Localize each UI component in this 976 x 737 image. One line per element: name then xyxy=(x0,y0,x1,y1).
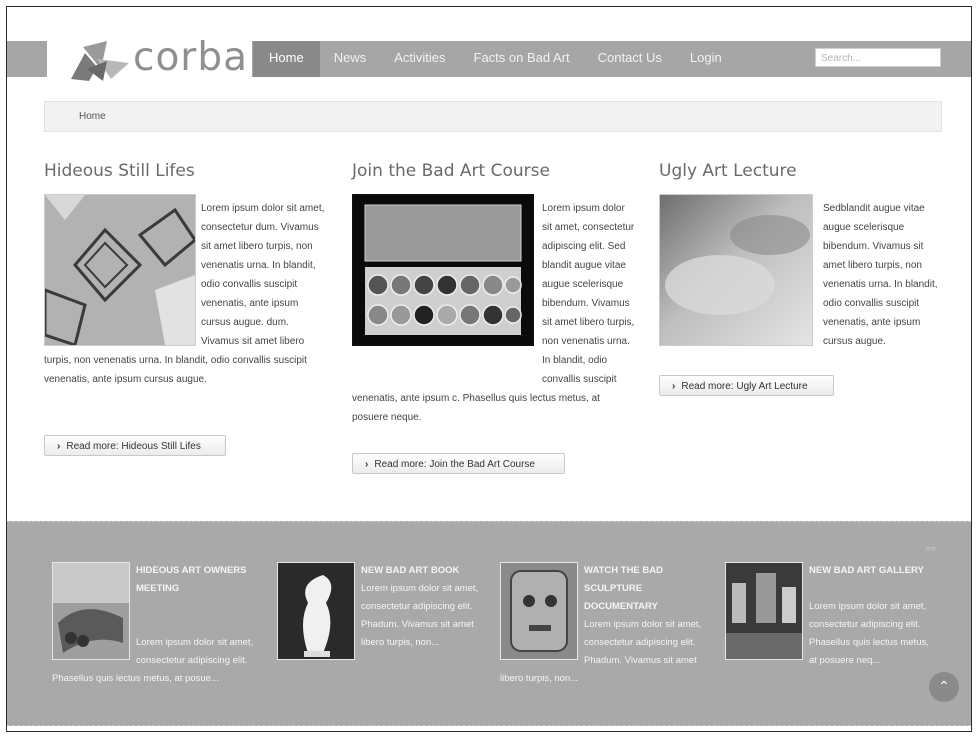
article-text: Lorem ipsum dolor sit amet, consectetur … xyxy=(44,199,329,389)
feature-text-wrap: Lorem ipsum dolor sit amet, consectetur … xyxy=(52,634,267,688)
nav-home[interactable]: Home xyxy=(253,41,320,77)
read-more-join-the-bad-art-course-button[interactable]: › Read more: Join the Bad Art Course xyxy=(352,453,565,474)
article-title[interactable]: Hideous Still Lifes xyxy=(44,161,334,181)
back-to-top-button[interactable]: ⌃ xyxy=(929,672,959,702)
feature-item[interactable]: New Bad Art Book Lorem ipsum dolor sit a… xyxy=(277,562,482,702)
feature-title[interactable]: Hideous Art Owners Meeting xyxy=(136,562,267,598)
article-join-the-bad-art-course: Join the Bad Art Course Lorem ipsum dolo… xyxy=(352,161,642,481)
feature-text: Lorem ipsum dolor sit amet, consectetur … xyxy=(361,583,479,648)
read-more-hideous-still-lifes-button[interactable]: › Read more: Hideous Still Lifes xyxy=(44,435,226,456)
button-label: Read more: Join the Bad Art Course xyxy=(374,459,535,470)
logo-text: corba xyxy=(133,35,248,80)
article-ugly-art-lecture: Ugly Art Lecture Sedblandit augue vitae … xyxy=(659,161,949,411)
thumb-spacer xyxy=(52,634,136,670)
article-text: Sedblandit augue vitae augue scelerisque… xyxy=(659,199,944,351)
image-spacer xyxy=(659,199,823,351)
feature-title[interactable]: New Bad Art Book xyxy=(361,562,482,580)
nav-contact-us[interactable]: Contact Us xyxy=(584,41,676,77)
feature-thumbnail[interactable] xyxy=(277,562,355,660)
nav-login[interactable]: Login xyxy=(676,41,736,77)
logo-mark-icon xyxy=(71,41,129,81)
breadcrumb: Home xyxy=(44,101,942,132)
article-text: Lorem ipsum dolor sit amet, consectetur … xyxy=(352,199,637,427)
feature-text-wrap: Lorem ipsum dolor sit amet, consectetur … xyxy=(500,616,715,688)
nav-news[interactable]: News xyxy=(320,41,381,77)
thumb-spacer xyxy=(725,598,809,670)
chevron-up-icon: ⌃ xyxy=(938,678,950,694)
chevron-right-icon: › xyxy=(57,441,61,452)
main-nav: Home News Activities Facts on Bad Art Co… xyxy=(253,41,736,77)
article-title[interactable]: Join the Bad Art Course xyxy=(352,161,642,181)
feature-item[interactable]: Hideous Art Owners Meeting Lorem ipsum d… xyxy=(52,562,267,702)
article-hideous-still-lifes: Hideous Still Lifes Lorem ipsum dolor si… xyxy=(44,161,334,461)
nav-facts-on-bad-art[interactable]: Facts on Bad Art xyxy=(460,41,584,77)
thumb-spacer xyxy=(500,616,584,670)
image-spacer xyxy=(352,199,542,371)
article-title[interactable]: Ugly Art Lecture xyxy=(659,161,949,181)
featured-band: ○○ Hideous Art Owners Meeting Lorem ipsu… xyxy=(7,521,971,726)
feature-text-wrap: Lorem ipsum dolor sit amet, consectetur … xyxy=(725,598,930,670)
breadcrumb-home-link[interactable]: Home xyxy=(79,111,106,122)
feature-item[interactable]: Watch the Bad Sculpture Documentary Lore… xyxy=(500,562,715,702)
feature-title[interactable]: New Bad Art Gallery xyxy=(809,562,930,580)
browser-frame: corba Home News Activities Facts on Bad … xyxy=(6,6,972,732)
feature-item[interactable]: New Bad Art Gallery Lorem ipsum dolor si… xyxy=(725,562,930,702)
chevron-right-icon: › xyxy=(365,459,369,470)
image-spacer xyxy=(44,199,201,351)
logo[interactable]: corba xyxy=(47,33,252,87)
search-input[interactable]: Search... xyxy=(815,48,941,67)
feature-title[interactable]: Watch the Bad Sculpture Documentary xyxy=(584,562,715,616)
slider-dots-icon[interactable]: ○○ xyxy=(925,544,937,553)
button-label: Read more: Hideous Still Lifes xyxy=(66,441,201,452)
nav-activities[interactable]: Activities xyxy=(380,41,459,77)
article-body: Sedblandit augue vitae augue scelerisque… xyxy=(823,203,938,347)
button-label: Read more: Ugly Art Lecture xyxy=(681,381,808,392)
chevron-right-icon: › xyxy=(672,381,676,392)
read-more-ugly-art-lecture-button[interactable]: › Read more: Ugly Art Lecture xyxy=(659,375,834,396)
feature-text: Lorem ipsum dolor sit amet, consectetur … xyxy=(809,601,929,666)
